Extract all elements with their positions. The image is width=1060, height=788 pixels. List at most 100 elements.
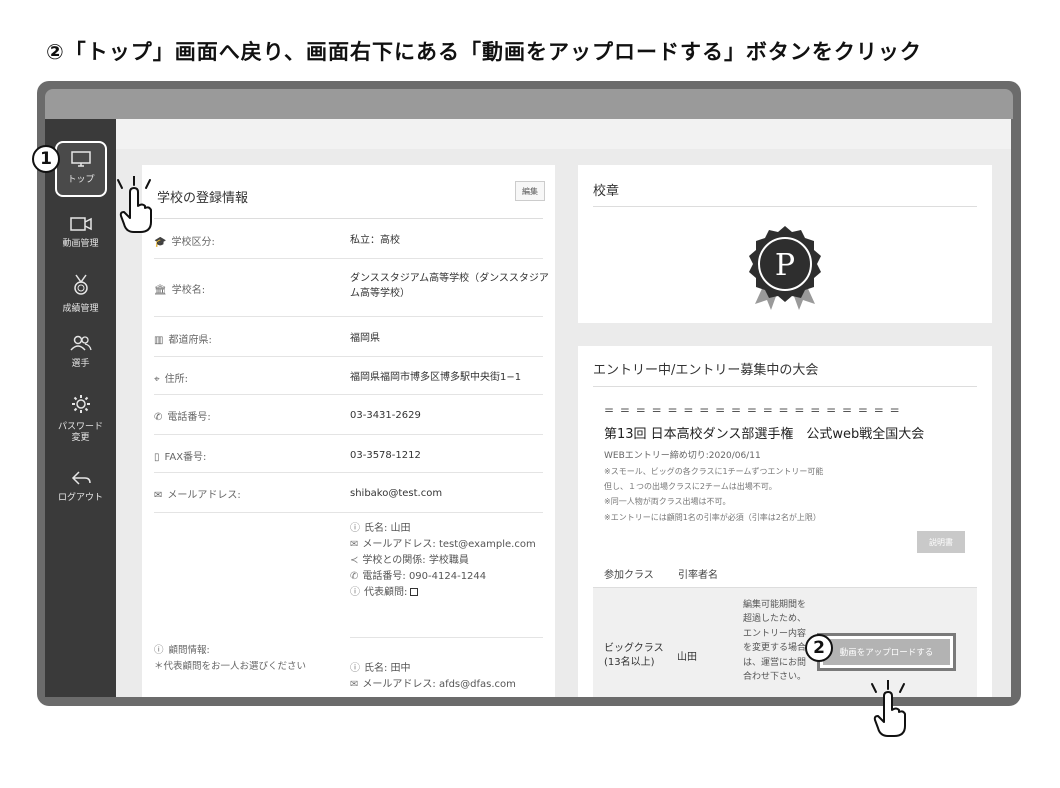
row-value: 03-3578-1212: [350, 450, 421, 461]
instruction-heading: ②「トップ」画面へ戻り、画面右下にある「動画をアップロードする」ボタンをクリック: [46, 40, 922, 64]
class-name: ビッグクラス: [604, 643, 664, 654]
row-value: 福岡県: [350, 333, 380, 344]
sidebar-item-label: 成績管理: [62, 304, 99, 314]
share-icon: ≺: [350, 555, 359, 566]
row-value: shibako@test.com: [350, 488, 443, 499]
school-info-card: 学校の登録情報 編集 🎓 学校区分: 私立：高校 🏛 学校名: ダンススタジアム高等…: [142, 165, 555, 697]
divider: [593, 386, 977, 387]
separator-line: = = = = = = = = = = = = = = = = = = =: [604, 403, 901, 417]
school-emblem-card: 校章 P: [578, 165, 992, 323]
advisor-name: 氏名: 田中: [364, 663, 411, 674]
advisor-representative: 代表顧問:: [364, 587, 408, 598]
sidebar-item-label: ログアウト: [57, 493, 103, 503]
advisor-label-block: ⓘ 顧問情報: ＊代表顧問をお一人お選びください: [154, 643, 306, 675]
map-icon: ▥: [154, 335, 164, 346]
note-line: ※エントリーには顧問1名の引率が必須（引率は2名が上限）: [604, 512, 821, 522]
school-emblem-icon: P: [749, 226, 821, 310]
user-circle-icon: ⓘ: [350, 663, 360, 674]
edit-period-note: 編集可能期間を超過したため、エントリー内容を変更する場合は、運営にお問合わせ下さ…: [743, 600, 807, 682]
upload-highlight-box: 動画をアップロードする: [817, 633, 956, 671]
video-camera-icon: [69, 217, 92, 235]
note-line: 但し、１つの出場クラスに2チームは出場不可。: [604, 482, 777, 492]
monitor-icon: [71, 151, 91, 171]
envelope-icon: ✉: [154, 490, 163, 501]
sidebar-item-results[interactable]: 成績管理: [45, 274, 116, 315]
note-line: ※同一人物が両クラス出場は不可。: [604, 497, 731, 507]
info-row-fax: ▯ FAX番号: 03-3578-1212: [154, 435, 543, 473]
info-row-phone: ✆ 電話番号: 03-3431-2629: [154, 395, 543, 435]
app-window: トップ 動画管理 成績管理 選手 パスワード 変更 ログアウト 学校の登録情報 …: [37, 81, 1021, 706]
sidebar-item-password[interactable]: パスワード 変更: [45, 394, 116, 445]
class-cell: ビッグクラス (13名以上): [604, 642, 664, 670]
envelope-icon: ✉: [350, 679, 359, 690]
user-circle-icon: ⓘ: [350, 587, 360, 598]
row-label: 住所:: [164, 374, 189, 385]
window-titlebar: [45, 89, 1013, 119]
sidebar-item-players[interactable]: 選手: [45, 335, 116, 370]
table-row: ビッグクラス (13名以上) 山田 編集可能期間を超過したため、エントリー内容を…: [593, 587, 977, 697]
sidebar-item-logout[interactable]: ログアウト: [45, 471, 116, 504]
row-label: 学校名:: [171, 285, 206, 296]
advisor-phone: 電話番号: 090-4124-1244: [362, 571, 487, 582]
sidebar-item-top[interactable]: トップ: [55, 141, 107, 197]
advisor-email: メールアドレス: test@example.com: [362, 539, 536, 550]
entry-title: エントリー中/エントリー募集中の大会: [593, 363, 819, 378]
advisor-label: 顧問情報:: [168, 645, 210, 656]
note-line: ※スモール、ビッグの各クラスに1チームずつエントリー可能: [604, 467, 824, 476]
row-value: 福岡県福岡市博多区博多駅中央街1−1: [350, 372, 522, 383]
top-band: [116, 119, 1011, 149]
user-circle-icon: ⓘ: [350, 523, 360, 534]
users-icon: [69, 335, 92, 355]
logout-arrow-icon: [71, 471, 91, 489]
divider: [593, 206, 977, 207]
row-value: 私立：高校: [350, 235, 400, 246]
edit-button[interactable]: 編集: [515, 181, 545, 201]
gear-icon: [71, 394, 91, 418]
step-2-badge: 2: [805, 634, 833, 662]
competition-title: 第13回 日本高校ダンス部選手権 公式web戦全国大会: [604, 427, 925, 442]
pointer-hand-icon: [117, 176, 152, 233]
entry-notes: ※スモール、ビッグの各クラスに1チームずつエントリー可能 但し、１つの出場クラス…: [604, 464, 823, 525]
advisor-contact-1: ⓘ 氏名: 山田 ✉ メールアドレス: test@example.com ≺ 学校との…: [350, 521, 536, 601]
user-circle-icon: ⓘ: [154, 645, 164, 656]
school-info-title: 学校の登録情報: [157, 191, 249, 206]
row-label: 都道府県:: [168, 335, 212, 346]
envelope-icon: ✉: [350, 539, 359, 550]
upload-video-button[interactable]: 動画をアップロードする: [823, 639, 950, 665]
header-leader: 引率者名: [678, 570, 718, 581]
graduation-cap-icon: 🎓: [154, 237, 167, 248]
advisor-note: ＊代表顧問をお一人お選びください: [154, 661, 307, 673]
info-row-prefecture: ▥ 都道府県: 福岡県: [154, 317, 543, 357]
class-size: (13名以上): [604, 657, 655, 668]
medal-icon: [73, 274, 89, 300]
divider: [350, 637, 543, 638]
phone-icon: ✆: [154, 412, 163, 423]
row-label: メールアドレス:: [167, 490, 241, 501]
entry-competitions-card: エントリー中/エントリー募集中の大会 = = = = = = = = = = =…: [578, 346, 992, 697]
emblem-title: 校章: [593, 184, 620, 199]
info-row-school-name: 🏛 学校名: ダンススタジアム高等学校（ダンススタジアム高等学校）: [154, 259, 549, 317]
entry-deadline: WEBエントリー締め切り:2020/06/11: [604, 451, 761, 461]
sidebar-item-label: 動画管理: [62, 239, 99, 249]
sidebar-item-label: 選手: [71, 359, 90, 369]
sidebar-item-label: トップ: [67, 175, 95, 186]
phone-icon: ✆: [350, 571, 359, 582]
info-row-school-type: 🎓 学校区分: 私立：高校: [154, 219, 543, 259]
step-1-badge: 1: [32, 145, 60, 173]
info-row-email: ✉ メールアドレス: shibako@test.com: [154, 473, 543, 513]
location-icon: ⌖: [154, 374, 160, 385]
sidebar: トップ 動画管理 成績管理 選手 パスワード 変更 ログアウト: [45, 119, 116, 697]
manual-button[interactable]: 説明書: [917, 531, 965, 553]
school-building-icon: 🏛: [154, 285, 167, 296]
advisor-relation: 学校との関係: 学校職員: [362, 555, 469, 566]
advisor-name: 氏名: 山田: [364, 523, 411, 534]
info-row-address: ⌖ 住所: 福岡県福岡市博多区博多駅中央街1−1: [154, 357, 543, 395]
app-screen: トップ 動画管理 成績管理 選手 パスワード 変更 ログアウト 学校の登録情報 …: [45, 119, 1011, 697]
representative-checkbox[interactable]: [410, 588, 419, 596]
row-value: 03-3431-2629: [350, 410, 421, 421]
row-label: FAX番号:: [164, 452, 207, 463]
advisor-contact-2: ⓘ 氏名: 田中 ✉ メールアドレス: afds@dfas.com: [350, 661, 516, 693]
sidebar-item-video[interactable]: 動画管理: [45, 217, 116, 250]
svg-text:P: P: [775, 248, 795, 283]
leader-cell: 山田: [677, 652, 697, 663]
